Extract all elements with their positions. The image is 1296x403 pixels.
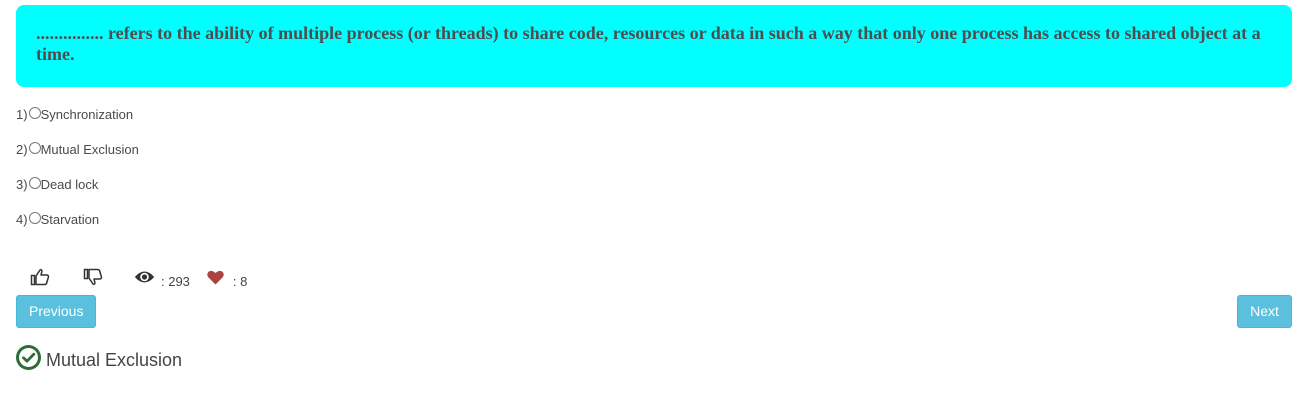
option-number: 3) [16, 177, 28, 192]
likes-count: : 8 [232, 273, 248, 289]
question-box: ............... refers to the ability of… [16, 5, 1292, 87]
option-label: Mutual Exclusion [40, 142, 139, 157]
eye-icon [134, 270, 155, 284]
option-number: 4) [16, 212, 28, 227]
option-label: Dead lock [40, 177, 99, 192]
option-2[interactable]: 2) Mutual Exclusion [16, 141, 139, 159]
option-radio[interactable] [28, 177, 41, 189]
option-label: Starvation [40, 212, 100, 227]
option-number: 1) [16, 107, 28, 122]
option-number: 2) [16, 142, 28, 157]
heart-icon[interactable] [207, 270, 224, 285]
option-1[interactable]: 1) Synchronization [16, 106, 139, 124]
option-radio[interactable] [28, 212, 41, 224]
answer-section: Mutual Exclusion [16, 344, 182, 371]
views-count: : 293 [161, 273, 190, 289]
option-label: Synchronization [40, 107, 134, 122]
option-radio[interactable] [28, 107, 41, 119]
previous-button[interactable]: Previous [16, 295, 96, 328]
thumbs-down-icon[interactable] [83, 268, 103, 286]
option-4[interactable]: 4) Starvation [16, 211, 139, 229]
thumbs-up-icon[interactable] [30, 268, 50, 286]
correct-answer-text: Mutual Exclusion [46, 350, 183, 370]
question-text: ............... refers to the ability of… [36, 23, 1261, 64]
stats-bar: : 293 : 8 [30, 266, 248, 289]
option-3[interactable]: 3) Dead lock [16, 176, 139, 194]
next-button[interactable]: Next [1237, 295, 1292, 328]
check-circle-icon [16, 345, 41, 370]
option-radio[interactable] [28, 142, 41, 154]
options-list: 1) Synchronization 2) Mutual Exclusion 3… [16, 106, 139, 246]
